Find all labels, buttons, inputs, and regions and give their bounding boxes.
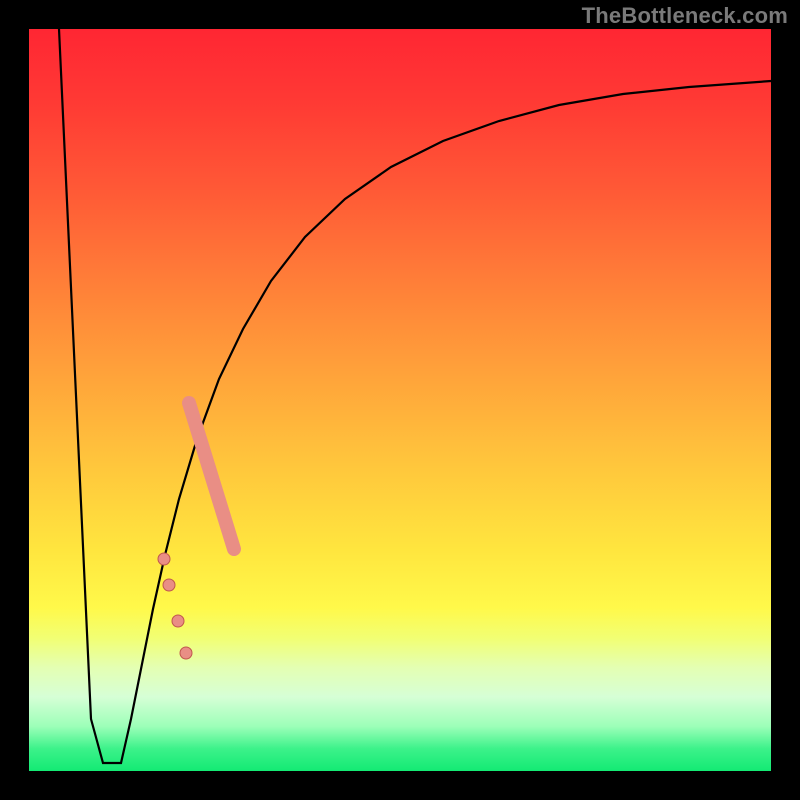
data-dot	[163, 579, 175, 591]
data-dots	[158, 553, 192, 659]
data-dot	[158, 553, 170, 565]
highlight-segment	[189, 403, 234, 549]
data-dot	[172, 615, 184, 627]
bottleneck-curve	[59, 29, 771, 763]
plot-area	[29, 29, 771, 771]
curve-svg	[29, 29, 771, 771]
data-dot	[180, 647, 192, 659]
watermark-text: TheBottleneck.com	[582, 3, 788, 29]
chart-frame: TheBottleneck.com	[0, 0, 800, 800]
